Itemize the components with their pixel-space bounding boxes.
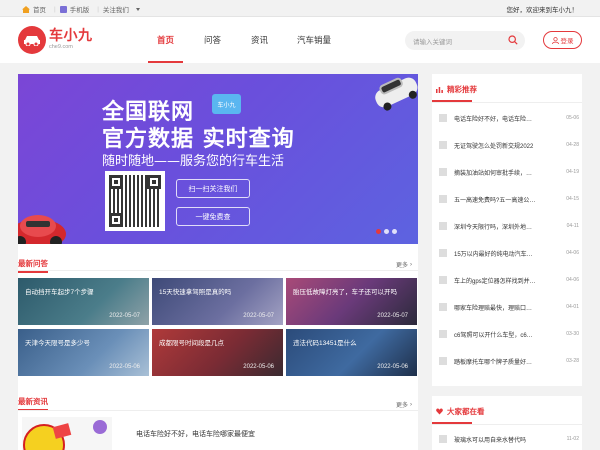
caret-down-icon <box>135 7 140 11</box>
news-item[interactable]: 电话车险好不好，电话车险哪家最便宜 <box>18 415 418 450</box>
app-badge: 车小九 <box>212 94 241 114</box>
home-icon <box>22 5 30 13</box>
popular-panel: 大家都在看 玻璃水可以用自来水替代吗 11-02 <box>432 396 582 450</box>
news-section-title: 最新资讯 <box>18 397 48 411</box>
welcome-text: 您好，欢迎来到车小九！ <box>506 7 579 14</box>
site-logo[interactable]: 车小九 che9.com <box>18 26 93 54</box>
main-content: 全国联网 车小九 官方数据 实时查询 随时随地——服务您的行车生活 扫一扫关注我… <box>18 74 418 450</box>
list-bullet <box>439 141 447 149</box>
recommend-panel: 精彩推荐 电话车险好不好，电话车险… 05-06 无证驾驶怎么处罚新交规2022 0… <box>432 74 582 386</box>
qa-card[interactable]: 成都限号时间段是几点 2022-05-06 <box>152 329 283 376</box>
car-decoration-icon <box>18 215 66 244</box>
banner-slogan: 随时随地——服务您的行车生活 <box>102 154 285 169</box>
list-bullet <box>439 303 447 311</box>
nav-item-sales[interactable]: 汽车销量 <box>283 17 345 63</box>
mobile-icon <box>59 5 67 13</box>
carousel-dot[interactable] <box>376 229 381 234</box>
chevron-right-icon: › <box>410 401 412 408</box>
recommend-item[interactable]: 五一高速免费吗?五一高速公… 04-15 <box>439 192 579 206</box>
banner-carousel[interactable]: 全国联网 车小九 官方数据 实时查询 随时随地——服务您的行车生活 扫一扫关注我… <box>18 74 418 244</box>
recommend-item[interactable]: 哪家车险理赔最快，理赔口… 04-01 <box>439 300 579 314</box>
qa-section-title: 最新问答 <box>18 259 48 273</box>
car-decoration-icon <box>375 77 418 111</box>
divider <box>18 410 418 411</box>
recommend-item[interactable]: c6驾照可以开什么车型，c6… 03-30 <box>439 327 579 341</box>
qa-card[interactable]: 胎压低故障灯亮了，车子还可以开吗 2022-05-07 <box>286 278 417 325</box>
list-bullet <box>439 330 447 338</box>
news-more-link[interactable]: 更多 › <box>396 400 412 410</box>
carousel-dots[interactable] <box>376 229 400 234</box>
qr-code <box>105 171 165 231</box>
list-bullet <box>439 222 447 230</box>
recommend-item[interactable]: 踏板摩托车哪个牌子质量好… 03-28 <box>439 354 579 368</box>
login-button[interactable]: 登录 <box>543 31 582 49</box>
qa-more-link[interactable]: 更多 › <box>396 260 412 270</box>
carousel-dot[interactable] <box>392 229 397 234</box>
recommend-item[interactable]: 深圳今天限行吗，深圳外地… 04-11 <box>439 219 579 233</box>
recommend-header: 精彩推荐 <box>436 84 477 95</box>
recommend-item[interactable]: 无证驾驶怎么处罚新交规2022 04-28 <box>439 138 579 152</box>
news-thumbnail <box>22 417 112 450</box>
popular-header: 大家都在看 <box>436 406 485 417</box>
recommend-item[interactable]: 摘装加油站如何审批手续，… 04-19 <box>439 165 579 179</box>
header-accent <box>432 422 472 424</box>
divider: | <box>97 5 99 13</box>
list-bullet <box>439 276 447 284</box>
header: 车小九 che9.com 首页 问答 资讯 汽车销量 请输入关键词 登录 <box>0 17 600 63</box>
recommend-item[interactable]: 电话车险好不好，电话车险… 05-06 <box>439 111 579 125</box>
logo-name: 车小九 <box>49 28 93 44</box>
news-title: 电话车险好不好，电话车险哪家最便宜 <box>136 431 255 438</box>
recommend-item[interactable]: 车上的gps定位器怎样找到并… 04-06 <box>439 273 579 287</box>
divider <box>18 270 418 271</box>
divider <box>432 102 582 103</box>
list-bullet <box>439 249 447 257</box>
qr-pattern <box>109 175 161 227</box>
search-placeholder: 请输入关键词 <box>413 39 452 46</box>
top-bar-left: 首页 | 手机版 | 关注我们 <box>22 4 144 14</box>
search-icon[interactable] <box>508 35 518 45</box>
popular-item[interactable]: 玻璃水可以用自来水替代吗 11-02 <box>439 432 579 446</box>
logo-domain: che9.com <box>49 44 73 50</box>
qa-card[interactable]: 天津今天限号是多少号 2022-05-06 <box>18 329 149 376</box>
user-icon <box>551 36 559 44</box>
header-accent <box>432 100 472 102</box>
list-bullet <box>439 357 447 365</box>
list-bullet <box>439 435 447 443</box>
banner-headline-2: 官方数据 实时查询 <box>102 127 295 152</box>
scan-follow-button[interactable]: 扫一扫关注我们 <box>176 179 250 198</box>
qa-card[interactable]: 15天快速拿驾照是真的吗 2022-05-07 <box>152 278 283 325</box>
divider: | <box>54 5 56 13</box>
free-query-button[interactable]: 一键免费查 <box>176 207 250 226</box>
list-bullet <box>439 195 447 203</box>
list-bullet <box>439 168 447 176</box>
divider <box>432 424 582 425</box>
qa-card[interactable]: 自动挡开车起步7个步骤 2022-05-07 <box>18 278 149 325</box>
heart-icon <box>436 408 443 415</box>
recommend-item[interactable]: 15万以内最好的纯电动汽车… 04-06 <box>439 246 579 260</box>
nav-item-news[interactable]: 资讯 <box>236 17 283 63</box>
main-nav: 首页 问答 资讯 汽车销量 <box>142 17 345 63</box>
carousel-dot[interactable] <box>384 229 389 234</box>
list-bullet <box>439 114 447 122</box>
home-link[interactable]: 首页 <box>22 4 50 14</box>
search-input[interactable]: 请输入关键词 <box>405 31 525 50</box>
qa-card[interactable]: 违法代码13451是什么 2022-05-06 <box>286 329 417 376</box>
chevron-right-icon: › <box>410 261 412 268</box>
bar-chart-icon <box>436 87 443 93</box>
top-bar: 首页 | 手机版 | 关注我们 您好，欢迎来到车小九！ <box>0 0 600 17</box>
mobile-link[interactable]: 手机版 <box>59 4 94 14</box>
follow-dropdown[interactable]: 关注我们 <box>103 4 140 14</box>
car-logo-icon <box>18 26 46 54</box>
nav-item-home[interactable]: 首页 <box>142 17 189 63</box>
nav-item-qa[interactable]: 问答 <box>189 17 236 63</box>
